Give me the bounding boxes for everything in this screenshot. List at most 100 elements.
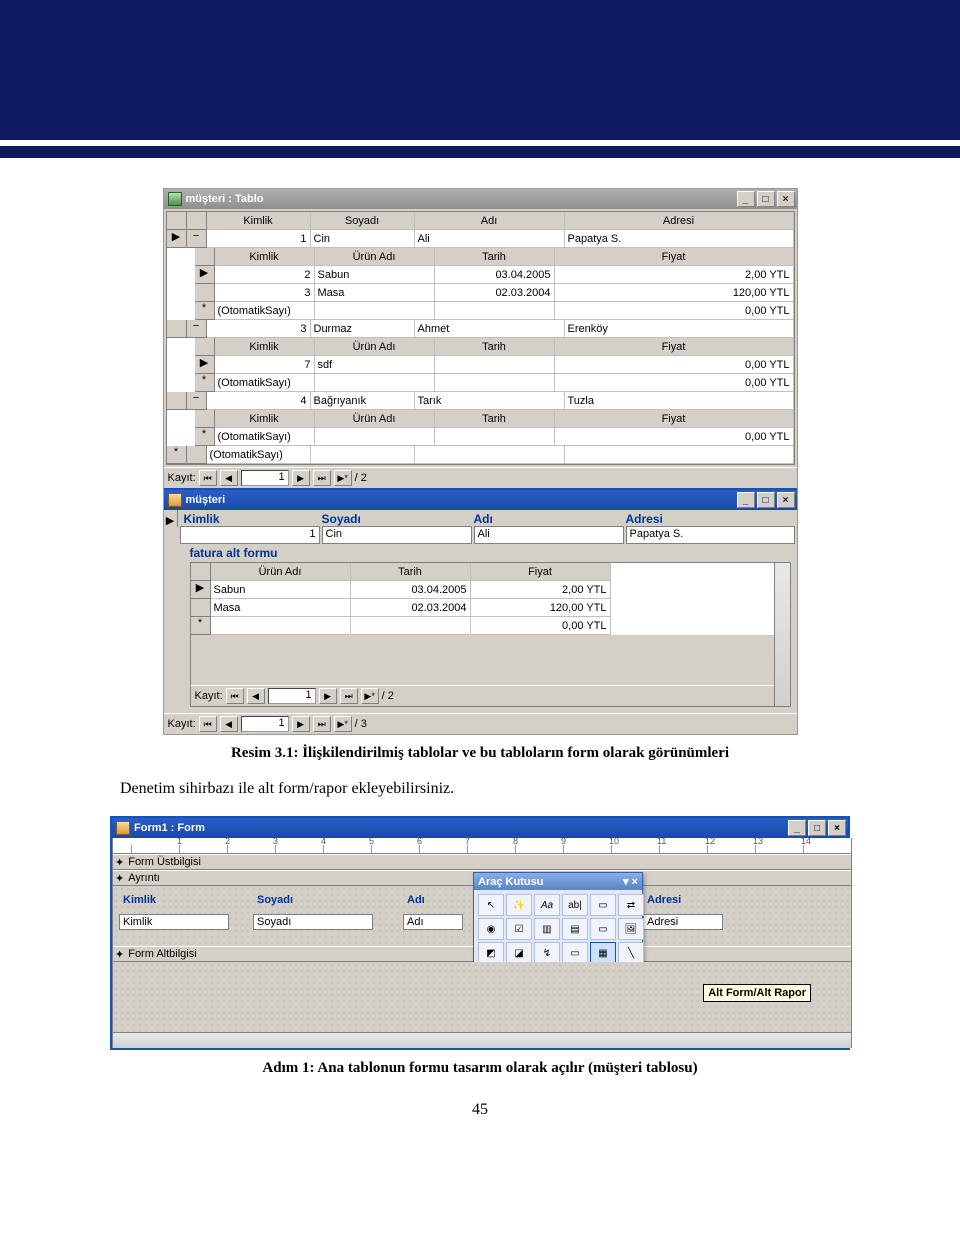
tool-pagebreak[interactable]: ↯	[534, 942, 560, 964]
close-button[interactable]: ×	[777, 191, 795, 207]
field-adresi[interactable]: Papatya S.	[626, 526, 795, 544]
subcol-fiyat[interactable]: Fiyat	[471, 563, 611, 581]
figure-1: müşteri : Tablo _ □ × Kimlik Soyadı Adı …	[163, 188, 798, 735]
nav-prev-button[interactable]: ◀	[220, 716, 238, 732]
tool-option-button[interactable]: ◉	[478, 918, 504, 940]
ruler-horizontal	[113, 838, 851, 854]
tool-listbox[interactable]: ▤	[562, 918, 588, 940]
nav-prev-button[interactable]: ◀	[247, 688, 265, 704]
tool-toggle[interactable]: ⇄	[618, 894, 644, 916]
window-title: müşteri : Tablo	[186, 193, 264, 205]
minimize-button[interactable]: _	[737, 492, 755, 508]
tool-image[interactable]: 🖼	[618, 918, 644, 940]
nav-new-button[interactable]: ▶*	[334, 470, 352, 486]
row-selector[interactable]: ▶	[167, 230, 187, 248]
tool-unbound-object[interactable]: ◩	[478, 942, 504, 964]
nav-prev-button[interactable]: ◀	[220, 470, 238, 486]
row-selector-header	[167, 212, 187, 230]
subcol-urun[interactable]: Ürün Adı	[211, 563, 351, 581]
field-kimlik[interactable]: 1	[180, 526, 320, 544]
col-kimlik[interactable]: Kimlik	[207, 212, 311, 230]
nav-first-button[interactable]: ⏮	[226, 688, 244, 704]
nav-position-input[interactable]: 1	[241, 470, 289, 486]
tool-wizard[interactable]: ✨	[506, 894, 532, 916]
arrow-icon: ✦	[115, 948, 124, 961]
tool-combobox[interactable]: ▥	[534, 918, 560, 940]
toolbox-dropdown-icon[interactable]: ▾ ×	[623, 875, 638, 888]
nav-last-button[interactable]: ⏭	[313, 470, 331, 486]
titlebar: Form1 : Form _ □ ×	[112, 818, 848, 838]
nav-new-button[interactable]: ▶*	[361, 688, 379, 704]
record-selector[interactable]: ▶	[164, 510, 178, 527]
maximize-button[interactable]: □	[757, 191, 775, 207]
nav-next-button[interactable]: ▶	[292, 470, 310, 486]
maximize-button[interactable]: □	[757, 492, 775, 508]
tool-textbox[interactable]: ab|	[562, 894, 588, 916]
tool-tab-control[interactable]: ▭	[562, 942, 588, 964]
nav-last-button[interactable]: ⏭	[340, 688, 358, 704]
figure-2: Form1 : Form _ □ ×	[110, 816, 850, 1050]
footer-section[interactable]: Alt Form/Alt Rapor	[113, 962, 851, 1032]
label-adresi[interactable]: Adresi	[643, 892, 723, 908]
tool-checkbox[interactable]: ☑	[506, 918, 532, 940]
nav-new-button[interactable]: ▶*	[334, 716, 352, 732]
field-soyadi[interactable]: Cin	[322, 526, 472, 544]
cell-kimlik[interactable]: 1	[207, 230, 311, 248]
minimize-button[interactable]: _	[788, 820, 806, 836]
subcol-fiyat[interactable]: Fiyat	[555, 248, 794, 266]
field-adi[interactable]: Adı	[403, 914, 463, 930]
expand-toggle[interactable]: −	[187, 392, 207, 410]
nav-next-button[interactable]: ▶	[319, 688, 337, 704]
maximize-button[interactable]: □	[808, 820, 826, 836]
minimize-button[interactable]: _	[737, 191, 755, 207]
subform-title: fatura alt formu	[180, 544, 795, 562]
close-button[interactable]: ×	[828, 820, 846, 836]
field-soyadi[interactable]: Soyadı	[253, 914, 373, 930]
cell-adresi[interactable]: Papatya S.	[565, 230, 794, 248]
page-number: 45	[80, 1101, 880, 1119]
field-adi[interactable]: Ali	[474, 526, 624, 544]
label-kimlik: Kimlik	[180, 512, 320, 526]
col-soyadi[interactable]: Soyadı	[311, 212, 415, 230]
nav-next-button[interactable]: ▶	[292, 716, 310, 732]
paragraph-text: Denetim sihirbazı ile alt form/rapor ekl…	[120, 780, 880, 798]
tool-subform-subreport[interactable]: ▦	[590, 942, 616, 964]
label-adi[interactable]: Adı	[403, 892, 463, 908]
field-kimlik[interactable]: Kimlik	[119, 914, 229, 930]
tool-line[interactable]: ╲	[618, 942, 644, 964]
subcol-tarih[interactable]: Tarih	[351, 563, 471, 581]
tool-label[interactable]: Aa	[534, 894, 560, 916]
table-window: müşteri : Tablo _ □ × Kimlik Soyadı Adı …	[164, 189, 797, 488]
titlebar: müşteri : Tablo _ □ ×	[164, 189, 797, 209]
figure-1-caption: Resim 3.1: İlişkilendirilmiş tablolar ve…	[80, 745, 880, 762]
scrollbar-vertical[interactable]	[774, 563, 790, 706]
nav-first-button[interactable]: ⏮	[199, 716, 217, 732]
label-adresi: Adresi	[626, 512, 795, 526]
expand-toggle[interactable]: −	[187, 320, 207, 338]
nav-last-button[interactable]: ⏭	[313, 716, 331, 732]
scrollbar-horizontal[interactable]	[113, 1032, 851, 1048]
label-soyadi[interactable]: Soyadı	[253, 892, 373, 908]
tool-bound-object[interactable]: ◪	[506, 942, 532, 964]
col-adi[interactable]: Adı	[415, 212, 565, 230]
nav-first-button[interactable]: ⏮	[199, 470, 217, 486]
scrollbar-vertical[interactable]	[851, 838, 852, 1048]
arrow-icon: ✦	[115, 856, 124, 869]
tooltip-altform: Alt Form/Alt Rapor	[703, 984, 811, 1002]
cell-soyadi[interactable]: Cin	[311, 230, 415, 248]
cell-adi[interactable]: Ali	[415, 230, 565, 248]
col-adresi[interactable]: Adresi	[565, 212, 794, 230]
tool-pointer[interactable]: ↖	[478, 894, 504, 916]
subcol-urun[interactable]: Ürün Adı	[315, 248, 435, 266]
expand-toggle[interactable]: −	[187, 230, 207, 248]
detail-section[interactable]: Kimlik Soyadı Adı Adresi Kimlik Soyadı A…	[113, 886, 851, 946]
close-button[interactable]: ×	[777, 492, 795, 508]
arrow-icon: ✦	[115, 872, 124, 885]
subcol-tarih[interactable]: Tarih	[435, 248, 555, 266]
subcol-kimlik[interactable]: Kimlik	[215, 248, 315, 266]
tool-button[interactable]: ▭	[590, 918, 616, 940]
field-adresi[interactable]: Adresi	[643, 914, 723, 930]
tool-option-group[interactable]: ▭	[590, 894, 616, 916]
label-kimlik[interactable]: Kimlik	[119, 892, 229, 908]
band-form-header[interactable]: ✦ Form Üstbilgisi	[113, 854, 851, 870]
